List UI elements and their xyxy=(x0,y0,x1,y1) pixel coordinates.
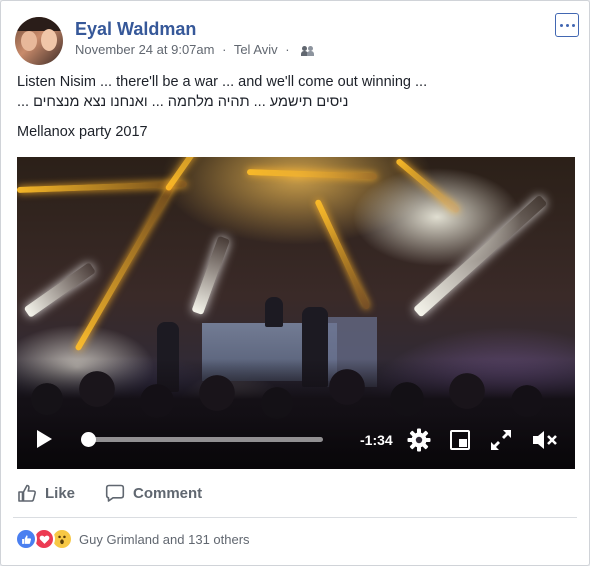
play-icon[interactable] xyxy=(37,430,52,448)
video-player[interactable]: -1:34 xyxy=(17,157,575,469)
avatar-hair xyxy=(15,17,63,31)
post-card: Eyal Waldman November 24 at 9:07am · Tel… xyxy=(0,0,590,566)
post-actions: Like Comment xyxy=(17,481,573,505)
post-text-line-caption: Mellanox party 2017 xyxy=(17,124,148,140)
meta-separator: · xyxy=(222,42,227,57)
like-button[interactable]: Like xyxy=(17,481,75,505)
avatar[interactable] xyxy=(15,17,63,65)
post-text: Listen Nisim ... there'll be a war ... a… xyxy=(17,72,572,142)
like-reaction-icon xyxy=(15,528,37,550)
fullsize-icon-fill xyxy=(459,439,467,447)
reactions-summary[interactable]: Guy Grimland and 131 others xyxy=(15,528,250,550)
more-options-icon-dot xyxy=(559,23,563,27)
comment-button[interactable]: Comment xyxy=(105,481,202,505)
thumbs-up-icon xyxy=(18,484,36,502)
post-meta: November 24 at 9:07am · Tel Aviv · xyxy=(75,42,315,57)
divider xyxy=(13,517,577,518)
comment-bubble-icon xyxy=(105,484,125,502)
avatar-face-right xyxy=(41,29,57,51)
like-button-label: Like xyxy=(45,484,76,502)
reactions-summary-text[interactable]: Guy Grimland and 131 others xyxy=(79,532,250,547)
post-location[interactable]: Tel Aviv xyxy=(234,42,278,57)
video-time-remaining: -1:34 xyxy=(360,432,393,448)
expand-icon[interactable] xyxy=(489,428,513,452)
post-text-line-english: Listen Nisim ... there'll be a war ... a… xyxy=(17,74,428,90)
more-options-icon-dot xyxy=(565,23,569,27)
post-text-line-hebrew: ניסים תישמע ... תהיה מלחמה ... ואנחנו נצ… xyxy=(17,94,349,110)
mute-icon[interactable] xyxy=(531,428,559,452)
video-progress-bar[interactable] xyxy=(80,432,323,447)
comment-button-label: Comment xyxy=(133,484,203,502)
post-text-spacer xyxy=(17,112,572,122)
post-timestamp[interactable]: November 24 at 9:07am xyxy=(75,42,214,57)
fullsize-icon[interactable] xyxy=(450,430,470,450)
more-options-icon-dot xyxy=(571,23,575,27)
performer xyxy=(265,297,283,327)
friends-icon[interactable] xyxy=(301,45,315,56)
author-name[interactable]: Eyal Waldman xyxy=(75,19,196,40)
more-options-button[interactable] xyxy=(555,13,579,37)
video-scrubber-handle[interactable] xyxy=(80,432,96,447)
avatar-face-left xyxy=(21,31,37,51)
meta-separator-2: · xyxy=(285,42,290,57)
gear-icon[interactable] xyxy=(407,428,431,452)
